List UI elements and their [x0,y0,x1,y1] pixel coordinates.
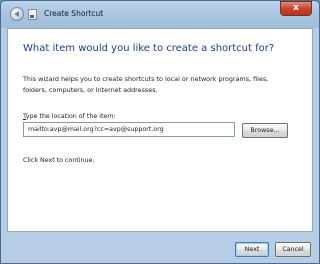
location-label: Type the location of the item: [23,113,116,120]
shortcut-app-icon [28,9,37,20]
back-arrow-icon[interactable] [10,7,24,21]
browse-button[interactable]: Browse... [242,123,288,138]
create-shortcut-window: Create Shortcut x What item would you li… [0,0,320,264]
wizard-content-panel: What item would you like to create a sho… [7,28,313,232]
close-icon: x [293,3,299,13]
close-button[interactable]: x [280,1,312,16]
wizard-description: This wizard helps you to create shortcut… [23,75,269,94]
continue-hint: Click Next to continue. [23,157,95,164]
title-bar: Create Shortcut x [1,1,319,28]
location-input[interactable]: mailto:avp@mail.org?cc=avp@support.org [23,122,235,137]
cancel-button[interactable]: Cancel [275,242,311,257]
next-button[interactable]: Next [235,242,269,257]
window-title: Create Shortcut [44,9,104,18]
wizard-heading: What item would you like to create a sho… [23,43,275,54]
location-label-text: ype the location of the item: [25,113,116,120]
